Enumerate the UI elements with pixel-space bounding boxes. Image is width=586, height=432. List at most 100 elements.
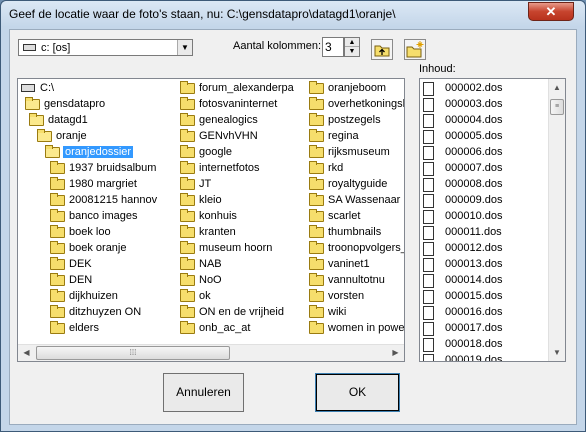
folder-label: gensdatapro <box>44 98 106 110</box>
title-bar: Geef de locatie waar de foto's staan, nu… <box>1 1 585 27</box>
file-name: 000016.dos <box>445 306 503 318</box>
close-button[interactable]: ✕ <box>528 2 574 21</box>
folder-icon <box>180 241 195 254</box>
vertical-scrollbar[interactable]: ▲ ≡ ▼ <box>548 79 565 361</box>
folder-icon <box>309 241 324 254</box>
folder-up-icon <box>374 45 390 57</box>
spin-up-icon[interactable]: ▲ <box>345 38 359 47</box>
folder-icon <box>50 209 65 222</box>
folder-icon <box>180 97 195 110</box>
folder-list[interactable]: C:\ gensdatapro datagd1 oranje oranjedossier… <box>17 78 405 362</box>
folder-up-button[interactable] <box>371 39 393 60</box>
ok-button[interactable]: OK <box>315 373 400 412</box>
folder-label: DEN <box>69 274 93 286</box>
folder-label: NAB <box>199 258 222 270</box>
files-label: Inhoud: <box>419 63 456 75</box>
horizontal-scroll-thumb[interactable]: ⁞⁞⁞ <box>36 346 230 360</box>
document-icon <box>423 242 434 256</box>
new-folder-button[interactable] <box>404 39 426 60</box>
folder-label: 20081215 hannov <box>69 194 158 206</box>
document-icon <box>423 130 434 144</box>
cancel-button[interactable]: Annuleren <box>163 373 244 412</box>
document-icon <box>423 290 434 304</box>
folder-label: konhuis <box>199 210 237 222</box>
folder-label: forum_alexanderpa <box>199 82 294 94</box>
spin-down-icon[interactable]: ▼ <box>345 47 359 56</box>
folder-label: 1980 margriet <box>69 178 137 190</box>
vertical-scroll-thumb[interactable]: ≡ <box>550 99 564 115</box>
folder-label: oranjeboom <box>328 82 387 94</box>
folder-icon <box>309 273 324 286</box>
folder-icon <box>309 321 324 334</box>
folder-icon <box>180 129 195 142</box>
folder-icon <box>309 193 324 206</box>
columns-input[interactable]: 3 <box>322 37 344 57</box>
folder-icon <box>180 305 195 318</box>
open-folder-icon <box>29 113 44 126</box>
folder-icon <box>309 97 324 110</box>
folder-label: internetfotos <box>199 162 260 174</box>
folder-icon <box>50 193 65 206</box>
document-icon <box>423 210 434 224</box>
folder-icon <box>180 177 195 190</box>
document-icon <box>423 354 434 361</box>
columns-spinner[interactable]: ▲ ▼ <box>344 37 360 57</box>
folder-icon <box>309 161 324 174</box>
scroll-left-icon[interactable]: ◀ <box>18 345 35 361</box>
folder-label: vannultotnu <box>328 274 385 286</box>
folder-label: overhetkoningshu <box>328 98 404 110</box>
folder-icon <box>50 305 65 318</box>
folder-icon <box>309 113 324 126</box>
folder-icon <box>309 177 324 190</box>
document-icon <box>423 194 434 208</box>
document-icon <box>423 338 434 352</box>
folder-label: rijksmuseum <box>328 146 390 158</box>
drive-select[interactable]: c: [os] ▼ <box>18 39 193 56</box>
file-name: 000003.dos <box>445 98 503 110</box>
folder-icon <box>180 321 195 334</box>
folder-icon <box>50 161 65 174</box>
drive-icon <box>21 84 35 92</box>
folder-label: troonopvolgers_v <box>328 242 405 254</box>
folder-label: elders <box>69 322 99 334</box>
dialog-window: Geef de locatie waar de foto's staan, nu… <box>0 0 586 432</box>
folder-icon <box>309 225 324 238</box>
folder-label: women in power <box>328 322 405 334</box>
folder-label: banco images <box>69 210 138 222</box>
file-list[interactable]: 000002.dos 000003.dos 000004.dos 000005.dos… <box>419 78 566 362</box>
drive-icon <box>23 44 36 51</box>
scroll-down-icon[interactable]: ▼ <box>549 344 565 361</box>
file-name: 000012.dos <box>445 242 503 254</box>
horizontal-scrollbar[interactable]: ◀ ⁞⁞⁞ ▶ <box>18 344 404 361</box>
folder-icon <box>309 145 324 158</box>
folder-label: kranten <box>199 226 236 238</box>
document-icon <box>423 322 434 336</box>
folder-icon <box>50 289 65 302</box>
file-name: 000008.dos <box>445 178 503 190</box>
folder-label: 1937 bruidsalbum <box>69 162 157 174</box>
folder-label: SA Wassenaar <box>328 194 401 206</box>
file-name: 000017.dos <box>445 322 503 334</box>
folder-icon <box>50 257 65 270</box>
folder-icon <box>180 289 195 302</box>
folder-label: regina <box>328 130 359 142</box>
folder-icon <box>180 193 195 206</box>
folder-label: wiki <box>328 306 347 318</box>
file-name: 000002.dos <box>445 82 503 94</box>
file-name: 000007.dos <box>445 162 503 174</box>
folder-icon <box>309 129 324 142</box>
scroll-right-icon[interactable]: ▶ <box>387 345 404 361</box>
folder-label: ditzhuyzen ON <box>69 306 142 318</box>
chevron-down-icon[interactable]: ▼ <box>177 40 192 55</box>
document-icon <box>423 178 434 192</box>
file-name: 000018.dos <box>445 338 503 350</box>
document-icon <box>423 226 434 240</box>
folder-label: ok <box>199 290 211 302</box>
scroll-up-icon[interactable]: ▲ <box>549 79 565 96</box>
folder-label: google <box>199 146 233 158</box>
folder-icon <box>180 161 195 174</box>
document-icon <box>423 82 434 96</box>
folder-label: C:\ <box>40 82 55 94</box>
folder-label: JT <box>199 178 212 190</box>
folder-icon <box>309 289 324 302</box>
